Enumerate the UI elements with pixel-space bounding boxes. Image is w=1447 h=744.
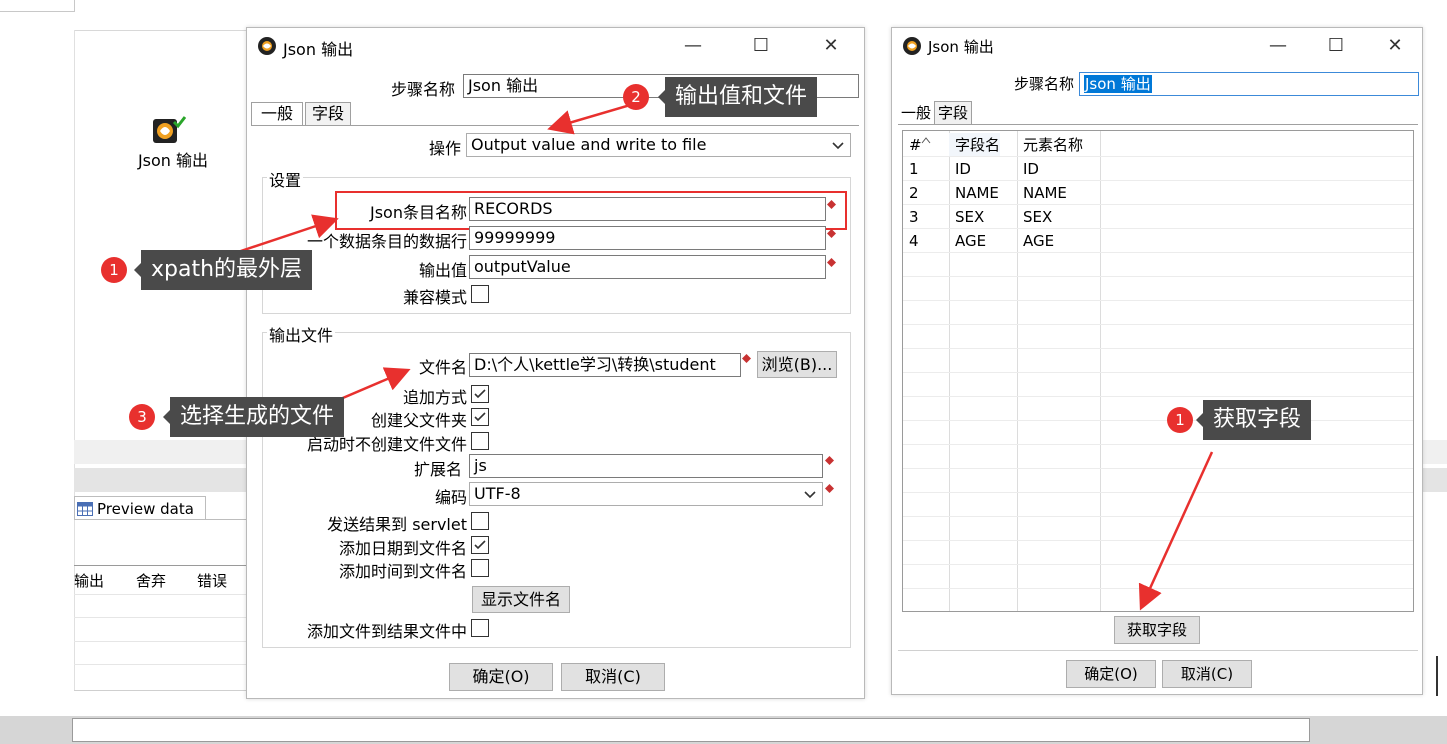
annotation-callout: 选择生成的文件	[162, 397, 345, 437]
annotation-callout: 输出值和文件	[657, 77, 818, 117]
arrow-to-get-fields	[1138, 451, 1214, 611]
annotation-callout: 获取字段	[1195, 400, 1312, 440]
annotation-badge: 2	[623, 84, 649, 110]
annotation-badge: 1	[1167, 407, 1193, 433]
annotation-callout: xpath的最外层	[133, 250, 313, 290]
annotation-badge: 1	[101, 257, 127, 283]
annotation-badge: 3	[129, 404, 155, 430]
